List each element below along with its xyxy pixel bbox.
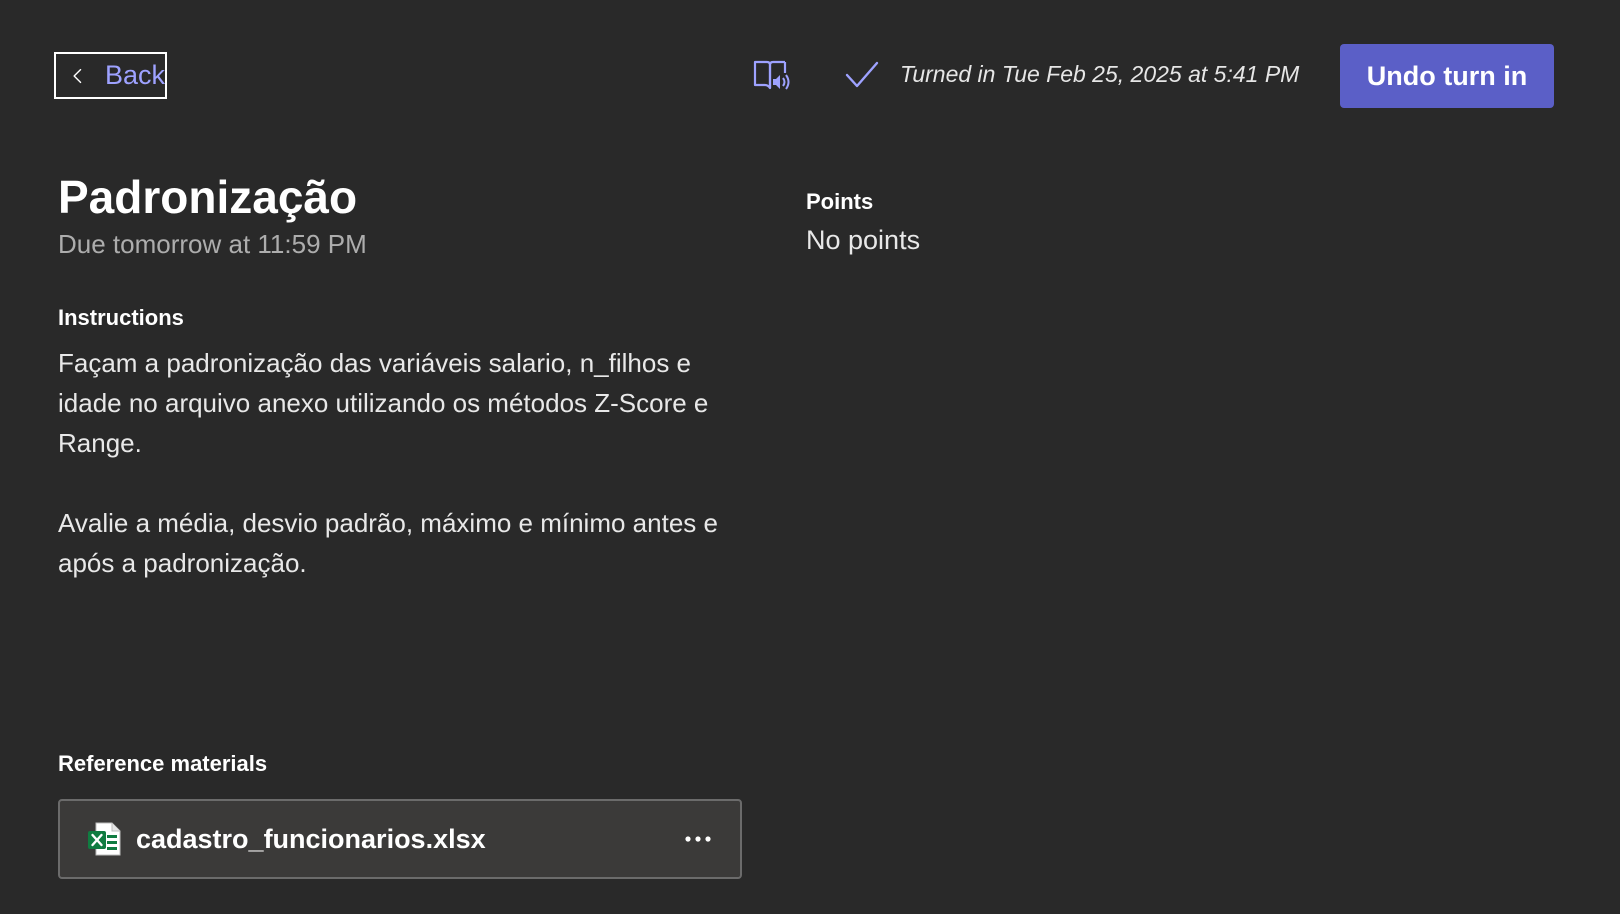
instructions-paragraph: Avalie a média, desvio padrão, máximo e …: [58, 508, 718, 578]
instructions-paragraph: Façam a padronização das variáveis salar…: [58, 348, 709, 458]
more-options-icon: [685, 836, 711, 842]
file-name: cadastro_funcionarios.xlsx: [136, 823, 486, 854]
undo-turn-in-button[interactable]: Undo turn in: [1340, 44, 1554, 108]
page-title: Padronização: [58, 171, 358, 223]
more-options-button[interactable]: [678, 819, 718, 859]
points-value: No points: [806, 225, 921, 255]
back-button[interactable]: Back: [54, 52, 167, 99]
points-label: Points: [806, 189, 874, 214]
reference-materials-heading: Reference materials: [58, 751, 268, 776]
chevron-left-icon: [73, 68, 82, 83]
instructions-heading: Instructions: [58, 305, 184, 330]
back-label: Back: [104, 60, 165, 90]
assignment-page: Back Turned in Tue Feb 25, 2025 at 5:41 …: [0, 0, 1620, 914]
due-date: Due tomorrow at 11:59 PM: [58, 229, 367, 259]
immersive-reader-icon[interactable]: [752, 58, 790, 92]
checkmark-icon: [845, 61, 879, 88]
reference-file-card[interactable]: cadastro_funcionarios.xlsx: [58, 799, 742, 879]
instructions-body: Façam a padronização das variáveis salar…: [58, 343, 758, 623]
turned-in-status: Turned in Tue Feb 25, 2025 at 5:41 PM: [900, 61, 1300, 87]
excel-file-icon: [88, 822, 121, 856]
